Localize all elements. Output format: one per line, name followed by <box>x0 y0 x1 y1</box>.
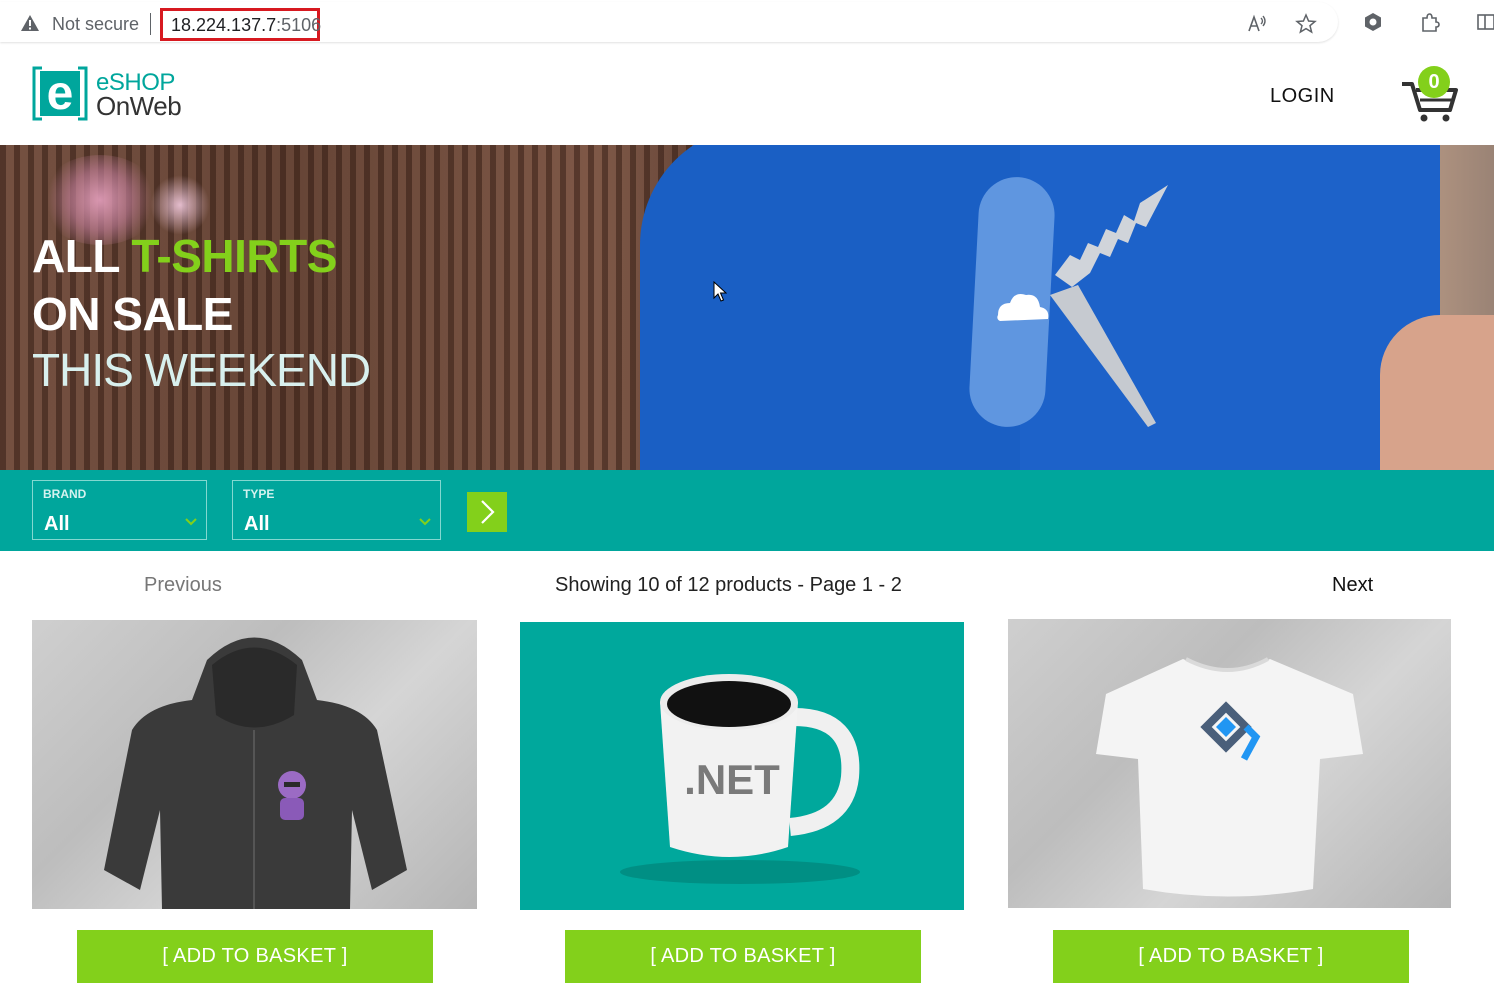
previous-page-link[interactable]: Previous <box>144 574 222 597</box>
login-link[interactable]: LOGIN <box>1270 85 1335 108</box>
cart-count-badge[interactable]: 0 <box>1418 66 1450 98</box>
hero-headline-line3: THIS WEEKEND <box>32 344 371 396</box>
svg-text:e: e <box>47 67 74 120</box>
divider <box>150 13 151 35</box>
split-screen-icon[interactable] <box>1474 11 1494 33</box>
catalog-filter-bar: BRAND All TYPE All <box>0 470 1494 551</box>
hero-text-all: ALL <box>32 230 132 282</box>
brand-select-value[interactable]: All <box>44 513 70 536</box>
type-select-value[interactable]: All <box>244 513 270 536</box>
pagination-info: Showing 10 of 12 products - Page 1 - 2 <box>555 574 902 596</box>
mug-net-text: .NET <box>684 756 780 803</box>
url-port: :5106 <box>276 15 322 35</box>
logo-text-onweb[interactable]: OnWeb <box>96 91 182 122</box>
hero-headline-line1: ALL T-SHIRTS <box>32 229 337 283</box>
brand-select[interactable]: BRAND All <box>32 480 207 540</box>
mouse-cursor-icon <box>713 281 727 302</box>
favorite-star-icon[interactable] <box>1295 13 1317 35</box>
eshop-logo-icon[interactable]: e <box>32 66 88 121</box>
add-to-basket-button[interactable]: [ ADD TO BASKET ] <box>77 930 433 983</box>
apply-filter-button[interactable] <box>467 492 507 532</box>
hero-flowers <box>150 175 210 235</box>
hero-arm <box>1380 315 1494 470</box>
net-mug-image: .NET <box>620 674 860 884</box>
product-image-tshirt[interactable] <box>1008 619 1451 908</box>
extension-hex-icon[interactable] <box>1362 11 1384 33</box>
hoodie-image <box>104 637 407 909</box>
read-aloud-icon[interactable] <box>1246 13 1268 35</box>
hero-banner: ALL T-SHIRTS ON SALE THIS WEEKEND <box>0 145 1494 470</box>
add-to-basket-button[interactable]: [ ADD TO BASKET ] <box>1053 930 1409 983</box>
hero-headline-line2: ON SALE <box>32 288 233 340</box>
extensions-puzzle-icon[interactable] <box>1418 11 1440 33</box>
hero-text-tshirts: T-SHIRTS <box>131 230 337 282</box>
type-select[interactable]: TYPE All <box>232 480 441 540</box>
warning-icon[interactable] <box>20 14 40 32</box>
browser-toolbar: Not secure 18.224.137.7:5106 <box>0 0 1494 46</box>
url-host: 18.224.137.7 <box>171 15 277 35</box>
brand-select-label: BRAND <box>43 487 87 501</box>
swiss-knife-graphic <box>969 177 1168 427</box>
type-select-label: TYPE <box>243 487 275 501</box>
product-image-mug[interactable]: .NET <box>520 622 964 910</box>
address-bar[interactable]: Not secure 18.224.137.7:5106 <box>0 2 1338 42</box>
chevron-right-icon[interactable] <box>467 492 507 532</box>
url-highlight-box[interactable]: 18.224.137.7:5106 <box>160 8 321 41</box>
add-to-basket-button[interactable]: [ ADD TO BASKET ] <box>565 930 921 983</box>
url-text[interactable]: 18.224.137.7:5106 <box>171 15 321 36</box>
site-header: e eSHOP OnWeb LOGIN 0 <box>0 46 1494 145</box>
product-image-hoodie[interactable] <box>32 620 477 909</box>
security-status[interactable]: Not secure <box>52 14 139 35</box>
tshirt-image <box>1096 657 1363 897</box>
chevron-down-icon[interactable] <box>184 517 198 527</box>
next-page-link[interactable]: Next <box>1332 574 1373 597</box>
chevron-down-icon[interactable] <box>418 517 432 527</box>
